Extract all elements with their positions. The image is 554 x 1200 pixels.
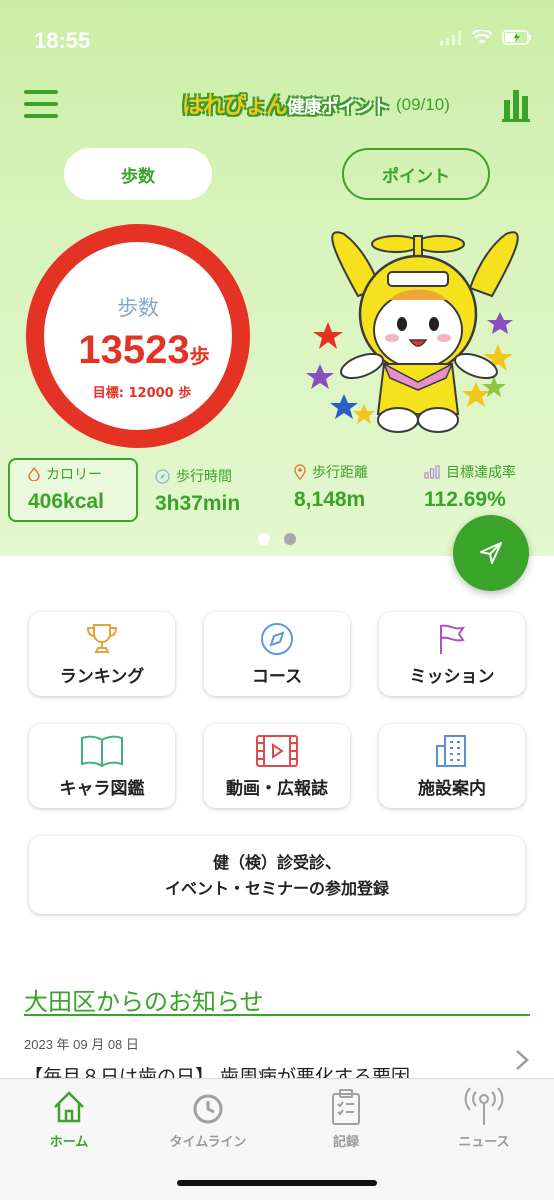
stat-distance-value: 8,148m [294,488,366,511]
activity-stats: カロリー 406kcal 歩行時間 3h37min 歩行距離 8,148m 目標… [0,458,554,524]
app-logo: はれぴょん健康ポイント [182,88,390,120]
compass-icon [261,623,293,655]
facility-guide-button[interactable]: 施設案内 [379,724,525,808]
steps-goal: 目標: 12000 歩 [92,386,192,401]
mascot-character-image [306,231,519,433]
stat-achievement-label: 目標達成率 [446,465,516,481]
registration-line-1: 健（検）診受診、 [212,853,341,872]
mission-label: ミッション [409,667,495,687]
video-icon [256,735,298,767]
status-bar: 18:55 [0,0,554,80]
course-button[interactable]: コース [204,612,350,696]
tab-timeline[interactable]: タイムライン [148,1087,268,1150]
tab-home-label: ホーム [49,1135,89,1150]
tab-timeline-label: タイムライン [169,1135,247,1150]
news-item-headline[interactable]: 【毎月８日は歯の日】 歯周病が悪化する要因 [24,1064,494,1078]
wifi-icon [472,30,492,44]
video-magazine-button[interactable]: 動画・広報誌 [204,724,350,808]
tab-record[interactable]: 記録 [286,1087,406,1150]
clock-icon [193,1094,223,1124]
news-item-date: 2023 年 09 月 08 日 [24,1037,139,1052]
tab-home[interactable]: ホーム [9,1087,129,1150]
chevron-right-icon[interactable] [514,1048,530,1072]
stat-walk-time-label: 歩行時間 [176,469,232,485]
stat-distance: 歩行距離 8,148m [294,458,368,522]
stat-calorie[interactable]: カロリー 406kcal [8,458,138,522]
tab-news[interactable]: ニュース [424,1087,544,1150]
antenna-icon [464,1087,504,1125]
tab-steps[interactable]: 歩数 [64,148,212,200]
home-indicator [177,1180,377,1186]
tab-points[interactable]: ポイント [342,148,490,200]
battery-icon [502,30,531,45]
status-icons [440,30,532,45]
steps-count: 13523 [78,328,190,372]
stat-walk-time-value: 3h37min [155,492,241,515]
stat-calorie-label: カロリー [46,467,102,483]
character-book-label: キャラ図鑑 [59,779,145,799]
status-time: 18:55 [34,28,91,53]
steps-label: 歩数 [117,296,159,320]
home-icon [54,1091,84,1123]
flame-icon [28,467,40,481]
news-divider [24,1014,530,1016]
cellular-signal-icon [440,30,461,45]
paper-plane-icon [480,542,502,564]
stat-calorie-value: 406kcal [28,490,104,513]
stats-chart-icon[interactable] [502,86,530,122]
course-label: コース [251,667,303,687]
header-date: (09/10) [396,95,450,114]
video-magazine-label: 動画・広報誌 [226,779,328,799]
news-section-title: 大田区からのお知らせ [24,988,264,1016]
app-logo-text: はれぴょん [182,94,288,119]
compass-icon [155,468,170,484]
stat-walk-time: 歩行時間 3h37min [155,458,240,522]
character-book-button[interactable]: キャラ図鑑 [29,724,175,808]
page-dot-1[interactable] [258,533,270,545]
tab-news-label: ニュース [458,1135,510,1150]
steps-unit: 歩 [189,344,210,368]
location-pin-icon [294,464,306,480]
stat-distance-label: 歩行距離 [312,465,368,481]
ranking-button[interactable]: ランキング [29,612,175,696]
book-icon [81,735,123,768]
registration-line-2: イベント・セミナーの参加登録 [164,879,389,898]
facility-guide-label: 施設案内 [418,779,486,799]
ranking-label: ランキング [59,667,145,687]
mission-button[interactable]: ミッション [379,612,525,696]
building-icon [436,735,466,767]
checkup-event-registration-button[interactable]: 健（検）診受診、 イベント・セミナーの参加登録 [29,836,525,914]
stat-achievement: 目標達成率 112.69% [424,458,516,522]
page-dot-2[interactable] [284,533,296,545]
page-indicator [258,533,296,545]
trophy-icon [86,624,118,653]
send-button[interactable] [453,515,529,591]
flag-icon [440,624,466,654]
app-logo-subtitle: 健康ポイント [287,97,390,118]
steps-value: 13523歩 [44,328,244,373]
steps-progress-ring: 歩数 13523歩 目標: 12000 歩 [26,224,250,448]
clipboard-icon [332,1089,360,1125]
app-header: はれぴょん健康ポイント (09/10) [0,84,554,134]
stat-achievement-value: 112.69% [424,488,506,511]
hamburger-menu-icon[interactable] [24,90,58,120]
bar-chart-icon [424,465,440,479]
tab-record-label: 記録 [332,1135,359,1150]
